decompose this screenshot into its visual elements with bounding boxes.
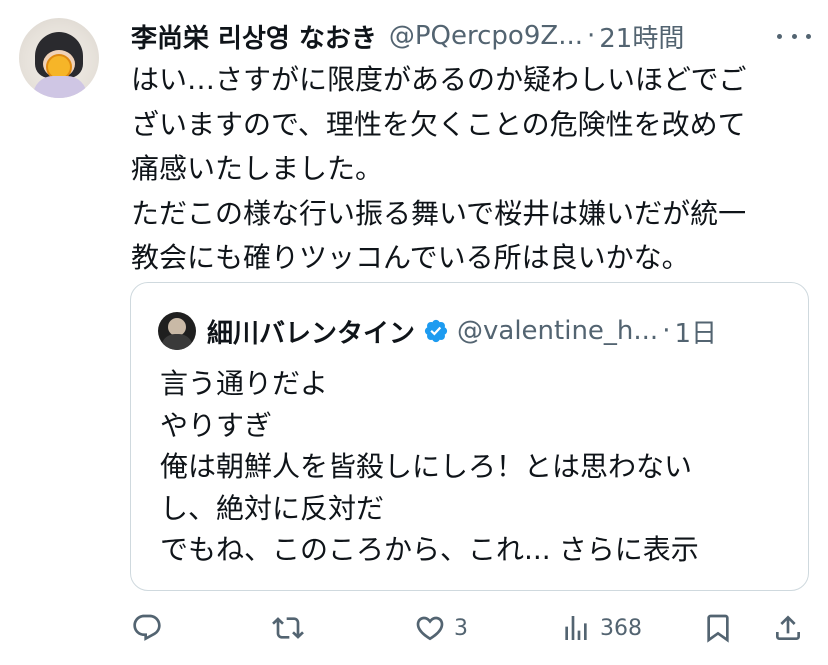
views-count: 368 bbox=[600, 615, 642, 641]
author-avatar[interactable] bbox=[19, 18, 99, 98]
quoted-author-name: 細川バレンタイン bbox=[207, 318, 416, 349]
verified-badge-icon bbox=[424, 319, 448, 343]
author-name[interactable]: 李尚栄 리상영 なおき bbox=[131, 18, 377, 55]
quoted-tweet[interactable]: 細川バレンタイン @valentine_h... · 1日 言う通りだよ やりす… bbox=[130, 282, 809, 591]
share-button[interactable] bbox=[772, 604, 804, 652]
quoted-timestamp: 1日 bbox=[674, 318, 718, 349]
quoted-author-avatar[interactable] bbox=[158, 312, 196, 350]
retweet-icon bbox=[272, 617, 304, 639]
quoted-tweet-header: 細川バレンタイン @valentine_h... · 1日 bbox=[207, 311, 717, 351]
like-button[interactable]: 3 bbox=[414, 604, 468, 652]
share-icon bbox=[776, 615, 800, 640]
tweet-text: はい…さすがに限度があるのか疑わしいほどでご ざいますので、理性を欠くことの危険… bbox=[131, 63, 747, 274]
tweet-header: 李尚栄 리상영 なおき @PQercpo9Z... · 21時間 bbox=[131, 16, 811, 56]
quoted-author-handle: @valentine_h... bbox=[457, 316, 659, 346]
action-bar: 3 368 bbox=[0, 604, 828, 652]
reply-icon bbox=[133, 614, 161, 641]
bookmark-button[interactable] bbox=[702, 604, 734, 652]
like-count: 3 bbox=[454, 615, 468, 641]
header-separator: · bbox=[587, 21, 596, 51]
tweet-timestamp[interactable]: 21時間 bbox=[599, 18, 684, 55]
quoted-tweet-text: 言う通りだよ やりすぎ 俺は朝鮮人を皆殺しにしろ！とは思わない し、絶対に反対だ… bbox=[160, 363, 780, 571]
bookmark-icon bbox=[707, 614, 729, 643]
author-handle[interactable]: @PQercpo9Z... bbox=[389, 21, 583, 51]
heart-icon bbox=[416, 616, 444, 641]
reply-button[interactable] bbox=[131, 604, 163, 652]
more-options-icon[interactable] bbox=[777, 24, 811, 48]
quoted-header-separator: · bbox=[662, 316, 671, 346]
avatar-body bbox=[33, 76, 87, 98]
show-more-link[interactable]: さらに表示 bbox=[559, 533, 699, 566]
views-icon bbox=[565, 616, 587, 640]
views-button[interactable]: 368 bbox=[560, 604, 642, 652]
retweet-button[interactable] bbox=[272, 604, 304, 652]
